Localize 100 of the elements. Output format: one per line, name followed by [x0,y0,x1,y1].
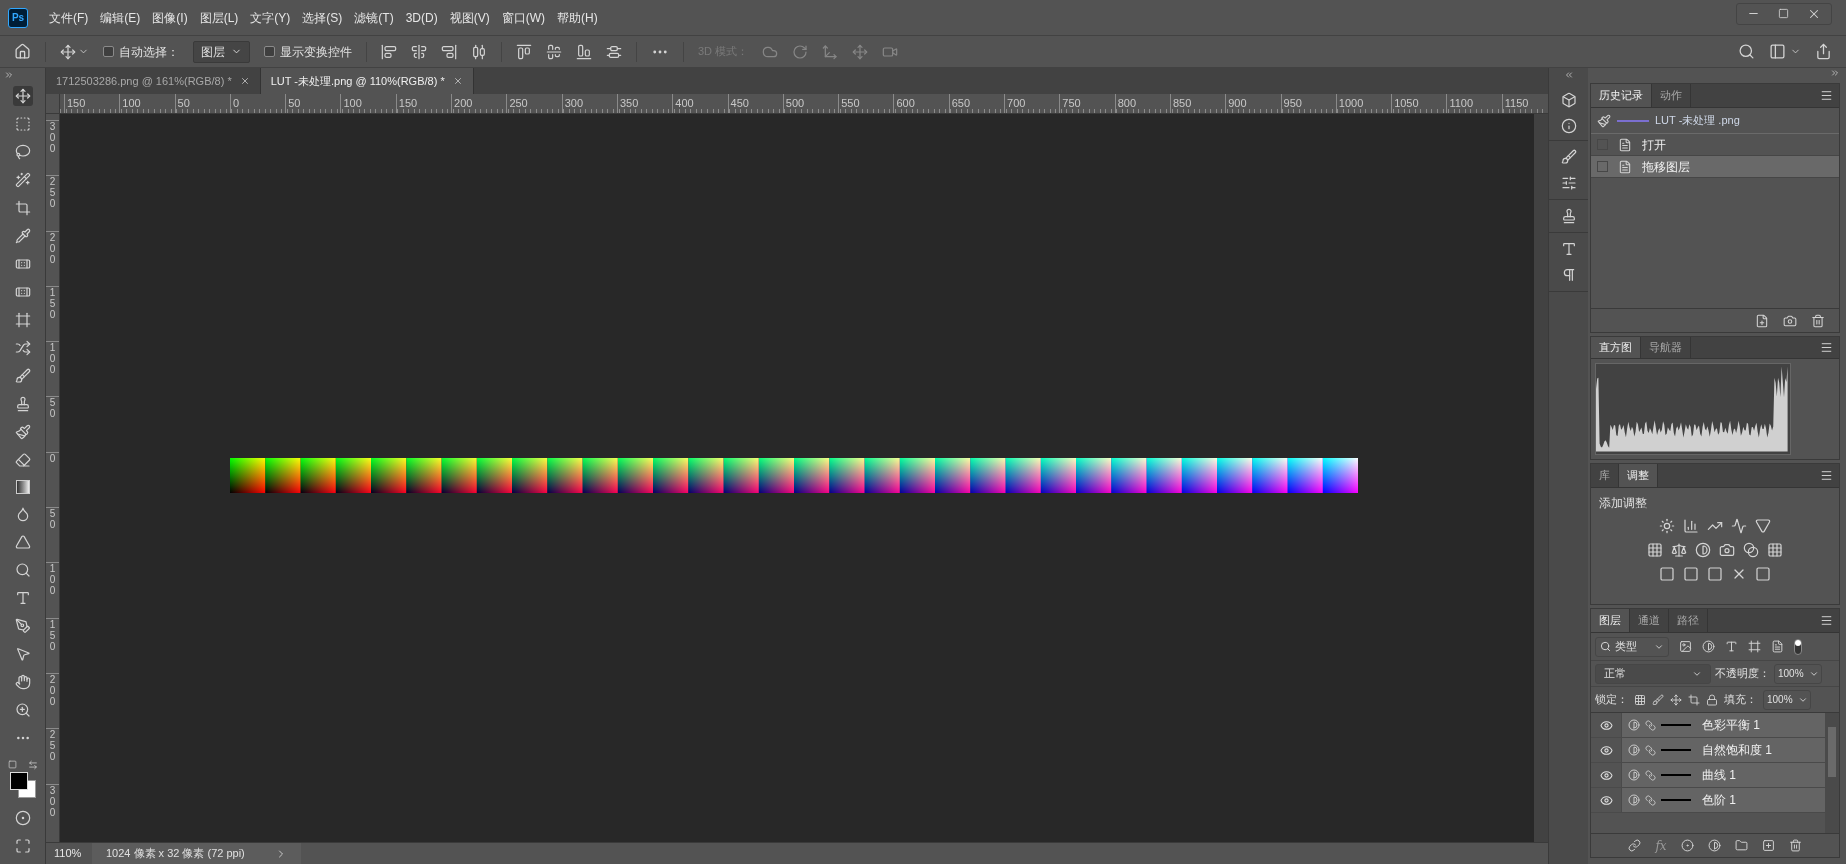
document-tab[interactable]: LUT -未处理.png @ 110%(RGB/8) * [260,68,474,94]
search-icon[interactable] [1738,43,1755,60]
scrollbar-thumb[interactable] [1828,727,1836,777]
new-document-icon[interactable] [1755,313,1769,328]
align-bottom-icon[interactable] [576,43,592,60]
move-tool-icon[interactable] [14,88,31,104]
panel-tab[interactable]: 图层 [1591,609,1630,632]
panel-tab[interactable]: 历史记录 [1591,84,1652,107]
adjustment-layer-icon[interactable] [1628,769,1640,781]
align-top-icon[interactable] [516,43,532,60]
type-tool-icon[interactable] [14,590,31,606]
color-swatches[interactable] [9,772,36,798]
home-icon[interactable] [14,43,31,60]
blend-mode-dropdown[interactable]: 正常 [1595,663,1711,684]
gradient-tool-icon[interactable] [15,480,30,494]
panel-menu-icon[interactable] [1820,469,1833,482]
character-icon[interactable] [1560,241,1577,257]
visibility-icon[interactable] [1599,743,1613,757]
visibility-icon[interactable] [1599,768,1613,782]
info-icon[interactable] [1560,118,1577,134]
brush-icon[interactable] [1597,113,1611,128]
layer-row[interactable]: 自然饱和度 1 [1621,738,1825,762]
zoom-tool-icon[interactable] [14,702,31,718]
new-layer-icon[interactable] [1761,839,1775,852]
layer-row[interactable]: 色阶 1 [1621,788,1825,812]
lock-icon[interactable] [1706,693,1718,706]
cube-icon[interactable] [1560,92,1577,108]
adjustment-layer-icon[interactable] [1628,794,1640,806]
maximize-icon[interactable] [1778,8,1789,19]
brightness-icon[interactable] [1659,518,1675,534]
link-icon[interactable] [1645,794,1656,806]
layer-row[interactable]: 色彩平衡 1 [1621,713,1825,737]
eraser-tool-icon[interactable] [14,452,31,468]
fill-field[interactable]: 100% [1763,689,1811,710]
panel-menu-icon[interactable] [1820,89,1833,102]
close-icon[interactable] [239,76,250,86]
checkbox[interactable] [264,46,275,57]
lasso-tool-icon[interactable] [14,144,31,160]
lock-position-icon[interactable] [1670,693,1682,706]
trash-icon[interactable] [1811,313,1825,328]
layer-row[interactable]: 曲线 1 [1621,763,1825,787]
panel-menu-icon[interactable] [1820,341,1833,354]
distribute-icon[interactable] [606,43,622,60]
stamp-icon[interactable] [1560,208,1577,224]
menu-item[interactable]: 选择(S) [297,8,348,27]
menu-item[interactable]: 视图(V) [444,8,495,27]
bandage-tool-icon[interactable] [14,284,31,300]
camera-icon[interactable] [1783,313,1797,328]
distribute-icon[interactable] [471,43,487,60]
scrollbar[interactable] [1825,713,1839,833]
menu-item[interactable]: 图层(L) [194,8,244,27]
history-brush-tool-icon[interactable] [14,424,31,440]
pen-tool-icon[interactable] [14,618,31,634]
pixel-filter-icon[interactable] [1679,640,1692,653]
align-center-icon[interactable] [411,43,427,60]
link-icon[interactable] [1645,769,1656,781]
adjustment-layer-icon[interactable] [1628,744,1640,756]
sliders-icon[interactable] [1560,175,1577,191]
filter-dropdown[interactable]: 类型 [1595,636,1669,657]
workspace-icon[interactable] [1769,43,1786,60]
filter-toggle[interactable] [1794,638,1802,655]
menu-item[interactable]: 文件(F) [44,8,94,27]
half-circle-icon[interactable] [1695,542,1711,558]
lock-paint-icon[interactable] [1652,693,1664,706]
levels-icon[interactable] [1683,518,1699,534]
target-dropdown[interactable]: 图层 [193,40,250,63]
align-left-icon[interactable] [381,43,397,60]
align-right-icon[interactable] [441,43,457,60]
menu-item[interactable]: 滤镜(T) [349,8,399,27]
close-icon[interactable] [452,76,463,86]
folder-icon[interactable] [1734,839,1748,852]
crop-tool-icon[interactable] [14,200,31,216]
visibility-icon[interactable] [1599,793,1613,807]
panel-tab[interactable]: 导航器 [1641,337,1691,358]
checkbox[interactable] [103,46,114,57]
color-balance-icon[interactable] [1671,542,1687,558]
collapse-icon[interactable] [1563,70,1574,80]
menu-item[interactable]: 帮助(H) [552,8,603,27]
panel-tab[interactable]: 动作 [1652,84,1691,107]
panel-tab[interactable]: 调整 [1619,464,1658,487]
sharpen-tool-icon[interactable] [14,534,31,550]
adjustment-filter-icon[interactable] [1702,640,1715,653]
move-tool-icon[interactable] [60,43,76,60]
snapshot-checkbox[interactable] [1597,161,1608,172]
path-selection-tool-icon[interactable] [14,646,31,662]
type-filter-icon[interactable] [1725,640,1738,653]
stamp-tool-icon[interactable] [14,396,31,412]
menu-item[interactable]: 图像(I) [147,8,193,27]
link-icon[interactable] [1645,719,1656,731]
marquee-tool-icon[interactable] [14,116,31,132]
brush-tool-icon[interactable] [14,368,31,384]
trash-icon[interactable] [1788,839,1802,852]
panel-menu-icon[interactable] [1820,614,1833,627]
snapshot-name[interactable]: LUT -未处理 .png [1655,112,1740,129]
document-icon[interactable] [1618,137,1632,152]
healing-tool-icon[interactable] [14,256,31,272]
menu-item[interactable]: 窗口(W) [496,8,550,27]
menu-item[interactable]: 编辑(E) [95,8,146,27]
panel-tab[interactable]: 路径 [1669,609,1708,632]
panel-tab[interactable]: 直方图 [1591,337,1641,358]
